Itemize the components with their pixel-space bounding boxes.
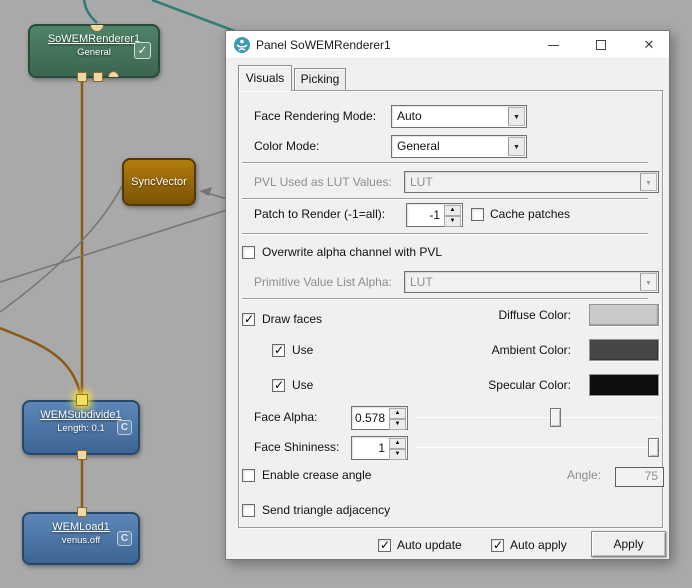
node-wemload1[interactable]: WEMLoad1 venus.off C <box>22 512 140 565</box>
pvl-alpha-select: LUT ▼ <box>404 271 659 293</box>
ambient-color-swatch[interactable] <box>589 339 659 361</box>
draw-faces-label[interactable]: Draw faces <box>262 311 322 327</box>
face-shininess-label: Face Shininess: <box>254 439 339 455</box>
face-rendering-mode-select[interactable]: Auto ▼ <box>391 105 527 128</box>
specular-color-label: Specular Color: <box>446 377 571 393</box>
slider-track <box>416 417 659 418</box>
auto-apply-label[interactable]: Auto apply <box>510 537 567 553</box>
spin-up-icon[interactable]: ▲ <box>444 205 461 216</box>
face-alpha-slider[interactable] <box>416 408 659 428</box>
close-button[interactable]: ✕ <box>632 31 666 59</box>
diffuse-color-label: Diffuse Color: <box>446 307 571 323</box>
patch-to-render-label: Patch to Render (-1=all): <box>254 206 385 222</box>
patch-to-render-value: -1 <box>429 208 440 222</box>
angle-label: Angle: <box>501 467 601 483</box>
connector-load-out[interactable] <box>77 507 87 517</box>
color-mode-select[interactable]: General ▼ <box>391 135 527 158</box>
slider-handle[interactable] <box>648 438 659 457</box>
angle-value: 75 <box>645 469 658 483</box>
node-syncvector-title: SyncVector <box>124 176 194 188</box>
face-shininess-value: 1 <box>378 441 385 455</box>
node-syncvector[interactable]: SyncVector <box>122 158 196 206</box>
color-mode-label: Color Mode: <box>254 138 319 154</box>
face-alpha-value: 0.578 <box>355 411 385 425</box>
face-shininess-slider[interactable] <box>416 438 659 458</box>
panel-window: Panel SoWEMRenderer1 ✕ Visuals Picking F… <box>225 30 670 560</box>
separator <box>242 298 648 300</box>
connector-subdivide-out[interactable] <box>77 450 87 460</box>
chevron-down-icon: ▼ <box>640 173 657 191</box>
connector-renderer-wem-in[interactable] <box>77 72 87 82</box>
spin-down-icon[interactable]: ▼ <box>444 216 461 227</box>
maximize-icon <box>596 40 606 50</box>
slider-track <box>416 447 659 448</box>
color-mode-value: General <box>397 139 440 153</box>
pvl-alpha-value: LUT <box>410 275 433 289</box>
patch-to-render-spinbox[interactable]: -1 ▲▼ <box>406 203 463 227</box>
enable-crease-angle-checkbox[interactable] <box>242 469 255 482</box>
mevislab-app-icon <box>234 37 250 53</box>
use-specular-checkbox[interactable] <box>272 379 285 392</box>
diffuse-color-swatch[interactable] <box>589 304 659 326</box>
spin-down-icon[interactable]: ▼ <box>389 419 406 430</box>
minimize-button[interactable] <box>536 31 570 59</box>
wire-scene-top <box>84 0 97 23</box>
chevron-down-icon[interactable]: ▼ <box>508 107 525 126</box>
pvl-lut-select: LUT ▼ <box>404 171 659 193</box>
overwrite-alpha-checkbox[interactable] <box>242 246 255 259</box>
slider-handle[interactable] <box>550 408 561 427</box>
title-bar[interactable]: Panel SoWEMRenderer1 ✕ <box>226 31 669 59</box>
enable-crease-angle-label[interactable]: Enable crease angle <box>262 467 371 483</box>
node-sowemrenderer1[interactable]: SoWEMRenderer1 General ✓ <box>28 24 160 78</box>
use-ambient-label[interactable]: Use <box>292 342 313 358</box>
draw-faces-checkbox[interactable] <box>242 313 255 326</box>
node-enabled-checkbox[interactable]: ✓ <box>134 42 151 59</box>
connector-renderer-in2[interactable] <box>93 72 103 82</box>
use-specular-label[interactable]: Use <box>292 377 313 393</box>
pvl-lut-label: PVL Used as LUT Values: <box>254 174 392 190</box>
pvl-lut-value: LUT <box>410 175 433 189</box>
separator <box>242 233 648 235</box>
spin-up-icon[interactable]: ▲ <box>389 438 406 449</box>
auto-update-label[interactable]: Auto update <box>397 537 462 553</box>
face-alpha-label: Face Alpha: <box>254 409 317 425</box>
face-rendering-mode-value: Auto <box>397 109 422 123</box>
overwrite-alpha-label[interactable]: Overwrite alpha channel with PVL <box>262 244 442 260</box>
specular-color-swatch[interactable] <box>589 374 659 396</box>
apply-button[interactable]: Apply <box>591 531 666 557</box>
node-wemsubdivide1[interactable]: WEMSubdivide1 Length: 0.1 C <box>22 400 140 455</box>
maximize-button[interactable] <box>584 31 618 59</box>
separator <box>242 162 648 164</box>
pvl-alpha-label: Primitive Value List Alpha: <box>254 274 392 290</box>
spin-up-icon[interactable]: ▲ <box>389 408 406 419</box>
connector-subdivide-in[interactable] <box>76 394 88 406</box>
minimize-icon <box>548 45 559 46</box>
wire-wem-from-left <box>0 328 81 398</box>
face-rendering-mode-label: Face Rendering Mode: <box>254 108 376 124</box>
separator <box>242 198 648 200</box>
cache-patches-label[interactable]: Cache patches <box>490 206 570 222</box>
chevron-down-icon[interactable]: ▼ <box>508 137 525 156</box>
auto-update-checkbox[interactable] <box>378 539 391 552</box>
node-cache-badge[interactable]: C <box>117 420 132 435</box>
tab-visuals[interactable]: Visuals <box>238 65 292 91</box>
tab-picking[interactable]: Picking <box>294 68 346 91</box>
face-alpha-spinbox[interactable]: 0.578 ▲▼ <box>351 406 408 430</box>
spin-down-icon[interactable]: ▼ <box>389 449 406 460</box>
ambient-color-label: Ambient Color: <box>446 342 571 358</box>
cache-patches-checkbox[interactable] <box>471 208 484 221</box>
send-triangle-adjacency-checkbox[interactable] <box>242 504 255 517</box>
auto-apply-checkbox[interactable] <box>491 539 504 552</box>
wire-param-1 <box>0 209 230 282</box>
send-triangle-adjacency-label[interactable]: Send triangle adjacency <box>262 502 390 518</box>
window-title: Panel SoWEMRenderer1 <box>256 38 391 52</box>
angle-field: 75 <box>615 467 664 487</box>
node-cache-badge[interactable]: C <box>117 531 132 546</box>
mevislab-network-desktop: SoWEMRenderer1 General ✓ SyncVector WEMS… <box>0 0 692 588</box>
close-icon: ✕ <box>632 37 666 53</box>
connector-renderer-out[interactable] <box>108 71 119 77</box>
use-ambient-checkbox[interactable] <box>272 344 285 357</box>
face-shininess-spinbox[interactable]: 1 ▲▼ <box>351 436 408 460</box>
chevron-down-icon: ▼ <box>640 273 657 291</box>
